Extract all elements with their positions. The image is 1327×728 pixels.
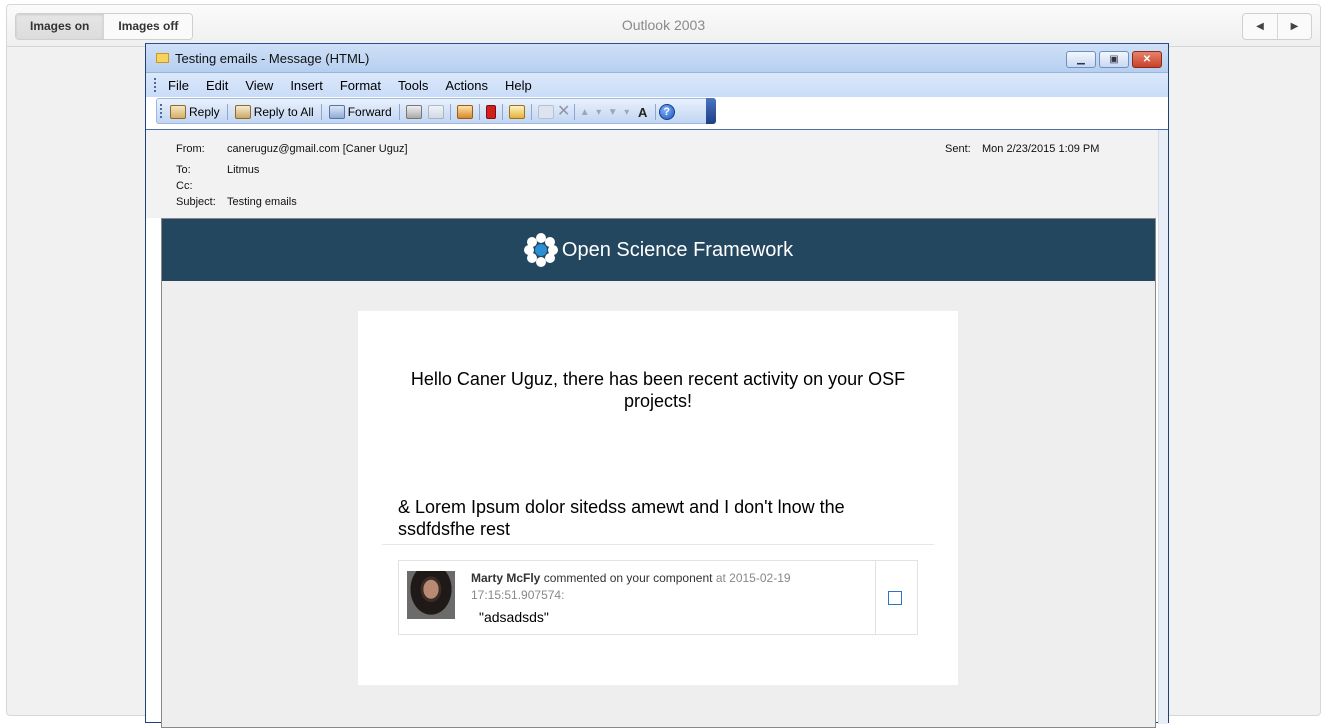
menu-edit[interactable]: Edit <box>206 78 228 93</box>
message-header: From: caneruguz@gmail.com [Caner Uguz] S… <box>146 130 1168 218</box>
toolbar-separator <box>501 104 503 120</box>
comment-text: "adsadsds" <box>479 609 549 625</box>
toolbar-separator <box>573 104 575 120</box>
toolbar-options-chevron[interactable] <box>706 98 716 124</box>
preview-toolbar: Images on Images off Outlook 2003 ◀ ▶ <box>7 5 1320 47</box>
menu-view[interactable]: View <box>245 78 273 93</box>
comment-divider <box>875 561 876 634</box>
toolbar-separator <box>530 104 532 120</box>
close-icon: ✕ <box>1142 54 1152 65</box>
print-icon[interactable] <box>405 105 422 119</box>
subject-value: Testing emails <box>227 196 297 208</box>
outlook-window: Testing emails - Message (HTML) ▁ ▣ ✕ Fi… <box>145 43 1169 728</box>
reply-label: Reply <box>189 105 220 119</box>
comment-checkbox-icon[interactable] <box>888 591 902 605</box>
reply-all-icon <box>234 105 251 119</box>
menu-format[interactable]: Format <box>340 78 381 93</box>
email-card: Hello Caner Uguz, there has been recent … <box>358 311 958 685</box>
comment-at: at 2015-02-19 <box>715 571 791 585</box>
restore-icon: ▣ <box>1109 54 1119 65</box>
window-title: Testing emails - Message (HTML) <box>175 51 370 66</box>
window-controls: ▁ ▣ ✕ <box>1066 51 1162 68</box>
from-value: caneruguz@gmail.com [Caner Uguz] <box>227 143 408 155</box>
avatar <box>407 571 455 619</box>
triangle-left-icon: ◀ <box>1256 21 1264 32</box>
toolbar-grip <box>160 104 162 118</box>
from-label: From: <box>176 143 205 155</box>
to-value: Litmus <box>227 164 260 176</box>
menu-actions[interactable]: Actions <box>445 78 488 93</box>
move-to-folder-icon[interactable] <box>456 105 473 119</box>
subject-label: Subject: <box>176 196 216 208</box>
comment-author: Marty McFly <box>471 571 541 585</box>
triangle-right-icon: ▶ <box>1290 21 1299 32</box>
section-divider <box>382 544 934 545</box>
nav-buttons: ◀ ▶ <box>1242 13 1312 40</box>
toolbar-separator <box>398 104 400 120</box>
reply-icon <box>170 105 186 119</box>
toolbar-separator <box>449 104 451 120</box>
minimize-icon: ▁ <box>1077 54 1085 65</box>
reply-all-button[interactable]: Reply to All <box>231 102 318 122</box>
comment-meta: Marty McFly commented on your component … <box>471 570 831 604</box>
comment-item: Marty McFly commented on your component … <box>398 560 918 635</box>
comment-action: commented on your component <box>543 571 713 585</box>
previous-item-icon[interactable]: ▲ <box>578 107 592 118</box>
reply-button[interactable]: Reply <box>166 102 224 122</box>
menu-items: File Edit View Insert Format Tools Actio… <box>168 78 532 93</box>
osf-header-bar: Open Science Framework <box>162 219 1155 281</box>
forward-label: Forward <box>347 105 392 119</box>
to-label: To: <box>176 164 191 176</box>
next-dropdown-icon[interactable]: ▾ <box>620 107 634 118</box>
window-titlebar: Testing emails - Message (HTML) ▁ ▣ ✕ <box>146 44 1168 73</box>
comment-timestamp: 17:15:51.907574: <box>471 588 565 602</box>
flag-icon[interactable] <box>485 105 496 119</box>
reply-all-label: Reply to All <box>253 105 314 119</box>
email-body: Open Science Framework Hello Caner Uguz,… <box>161 218 1156 728</box>
sent-label: Sent: <box>945 143 971 155</box>
menu-help[interactable]: Help <box>505 78 532 93</box>
previous-dropdown-icon[interactable]: ▾ <box>592 107 606 118</box>
toolbar-separator <box>478 104 480 120</box>
greeting-text: Hello Caner Uguz, there has been recent … <box>410 369 906 411</box>
menu-tools[interactable]: Tools <box>398 78 428 93</box>
font-size-icon[interactable]: A <box>634 105 652 120</box>
toolbar-separator <box>654 104 656 120</box>
client-title: Outlook 2003 <box>621 17 706 33</box>
delete-folder-icon[interactable] <box>537 105 554 119</box>
close-button[interactable]: ✕ <box>1132 51 1162 68</box>
minimize-button[interactable]: ▁ <box>1066 51 1096 68</box>
maximize-button[interactable]: ▣ <box>1099 51 1129 68</box>
vertical-scrollbar[interactable] <box>1158 130 1168 724</box>
menu-bar: File Edit View Insert Format Tools Actio… <box>146 73 1168 97</box>
toolbar-items: Reply Reply to All Forward ✕ ▲ ▾ ▼ ▾ A ? <box>166 102 675 122</box>
address-book-icon[interactable] <box>508 105 525 119</box>
menu-file[interactable]: File <box>168 78 189 93</box>
envelope-icon <box>156 53 169 63</box>
menu-insert[interactable]: Insert <box>290 78 323 93</box>
osf-logo-icon <box>523 233 558 267</box>
section-title: & Lorem Ipsum dolor sitedss amewt and I … <box>398 497 845 539</box>
delete-icon[interactable]: ✕ <box>557 104 571 120</box>
copy-icon[interactable] <box>427 105 444 119</box>
toolbar-separator <box>226 104 228 120</box>
osf-brand-name: Open Science Framework <box>561 238 794 261</box>
help-icon[interactable]: ? <box>658 104 675 120</box>
prev-button[interactable]: ◀ <box>1243 14 1277 39</box>
next-button[interactable]: ▶ <box>1277 14 1311 39</box>
next-item-icon[interactable]: ▼ <box>606 107 620 118</box>
forward-button[interactable]: Forward <box>325 102 396 122</box>
sent-value: Mon 2/23/2015 1:09 PM <box>982 143 1100 155</box>
toolbar-separator <box>320 104 322 120</box>
standard-toolbar: Reply Reply to All Forward ✕ ▲ ▾ ▼ ▾ A ? <box>156 98 716 124</box>
forward-icon <box>328 105 345 119</box>
cc-label: Cc: <box>176 180 193 192</box>
menu-grip <box>154 78 157 92</box>
